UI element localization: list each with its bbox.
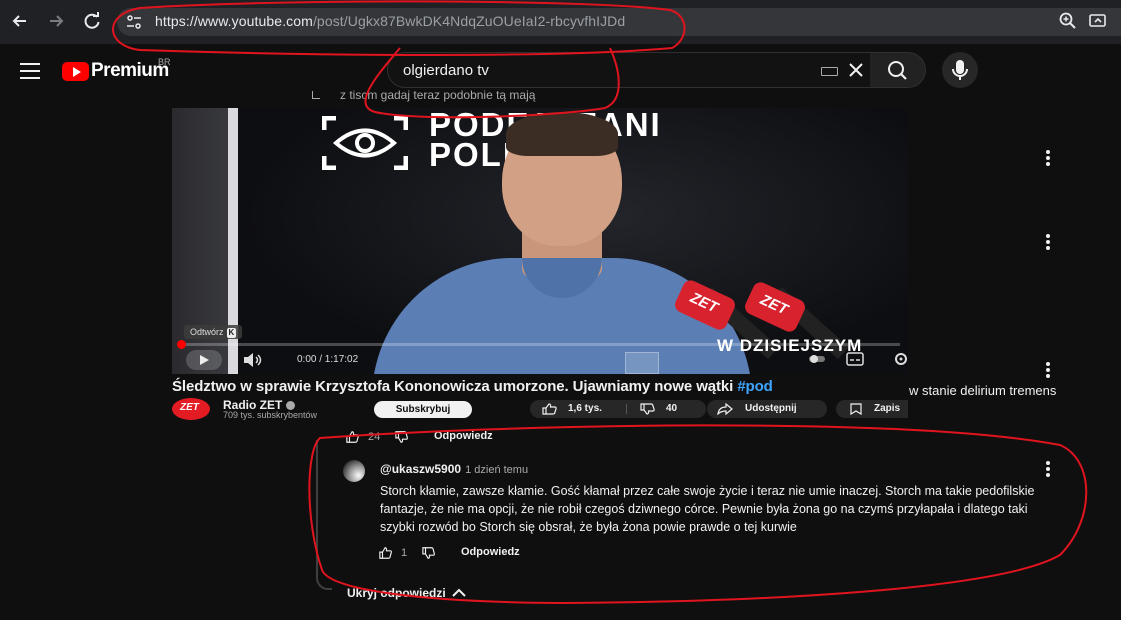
save-label: Zapis — [874, 403, 901, 414]
progress-scrubber[interactable] — [177, 340, 186, 349]
reply-button[interactable]: Odpowiedz — [461, 546, 520, 558]
video-like-count[interactable]: 1,6 tys. — [568, 400, 602, 418]
thumbs-up-icon[interactable] — [346, 430, 360, 444]
settings-gear-icon[interactable] — [892, 352, 908, 366]
search-input[interactable]: olgierdano tv — [387, 52, 871, 88]
address-bar[interactable]: https://www.youtube.com/post/Ugkx87BwkDK… — [117, 8, 1121, 36]
avatar[interactable] — [343, 460, 365, 482]
volume-icon[interactable] — [242, 352, 266, 368]
video-hashtag[interactable]: #pod — [737, 378, 773, 395]
reply-button[interactable]: Odpowiedz — [434, 430, 493, 442]
progress-bar[interactable] — [177, 340, 900, 349]
thumbs-down-icon[interactable] — [395, 430, 409, 444]
more-options-icon[interactable] — [1038, 148, 1058, 168]
verified-badge-icon — [286, 401, 296, 411]
play-tooltip-label: Odtwórz — [190, 327, 224, 337]
video-player[interactable]: PODEJRZANI POLICY ZET ZET W DZISIEJSZYM … — [172, 108, 908, 374]
clear-search-icon[interactable] — [846, 60, 866, 80]
water-glass — [625, 352, 659, 374]
more-options-icon[interactable] — [1038, 232, 1058, 252]
play-button[interactable] — [186, 350, 222, 370]
subscribe-button[interactable]: Subskrybuj — [374, 401, 472, 418]
zoom-icon[interactable] — [1058, 11, 1078, 31]
thumbs-down-icon[interactable] — [422, 546, 436, 560]
url-text[interactable]: https://www.youtube.com/post/Ugkx87BwkDK… — [155, 13, 625, 29]
chevron-up-icon[interactable] — [451, 586, 467, 600]
keyboard-icon[interactable] — [821, 67, 838, 76]
video-preview-card[interactable]: PODEJRZANI POLICY ZET ZET W DZISIEJSZYM … — [172, 108, 908, 420]
like-divider — [626, 404, 627, 414]
play-tooltip-key: K — [226, 328, 237, 338]
share-icon — [717, 402, 733, 416]
parent-like-count: 24 — [368, 431, 381, 443]
site-info-icon[interactable] — [125, 13, 143, 31]
autoplay-toggle-icon[interactable] — [808, 352, 826, 366]
back-arrow-icon[interactable] — [9, 10, 31, 32]
video-dislike-count: 40 — [666, 403, 678, 414]
mic-label: ZET — [687, 289, 721, 317]
thumbs-up-icon[interactable] — [542, 403, 558, 415]
partial-comment-text: z tiscm gadaj teraz podobnie tą mają — [312, 88, 535, 102]
video-time: 0:00 / 1:17:02 — [297, 354, 359, 365]
youtube-masthead: Premium BR olgierdano tv — [0, 44, 1121, 100]
cast-icon[interactable] — [1088, 11, 1108, 31]
partial-comment-overflow: w stanie delirium tremens — [909, 383, 1057, 398]
voice-search-button[interactable] — [942, 52, 978, 88]
thumbs-down-icon[interactable] — [640, 403, 656, 415]
subtitles-icon[interactable] — [846, 352, 864, 366]
eye-logo-icon — [322, 116, 408, 170]
thread-branch-icon — [312, 91, 320, 99]
guest-hair — [506, 112, 618, 156]
logo-country-code: BR — [158, 57, 171, 67]
reply-comment-actions: 1 Odpowiedz — [379, 546, 539, 562]
reply-thread-connector — [316, 440, 332, 590]
share-label: Udostępnij — [745, 403, 797, 414]
menu-icon[interactable] — [20, 63, 40, 79]
save-button[interactable]: Zapis — [836, 400, 908, 418]
lower-third-text: W DZISIEJSZYM — [717, 336, 863, 355]
thumbs-up-icon[interactable] — [379, 546, 393, 560]
more-options-icon[interactable] — [1038, 360, 1058, 380]
partial-comment-body: z tiscm gadaj teraz podobnie tą mają — [340, 88, 536, 102]
bookmark-icon — [848, 403, 864, 416]
hide-replies-button[interactable]: Ukryj odpowiedzi — [347, 586, 446, 600]
channel-subscribers: 709 tys. subskrybentów — [223, 410, 318, 420]
comment-timestamp[interactable]: 1 dzień temu — [465, 464, 528, 476]
like-dislike-group: 1,6 tys. 40 — [530, 400, 706, 418]
comment-author[interactable]: @ukaszw5900 1 dzień temu — [380, 462, 528, 476]
search-value: olgierdano tv — [403, 62, 489, 79]
video-title[interactable]: Śledztwo w sprawie Krzysztofa Kononowicz… — [172, 378, 773, 395]
url-host: https://www.youtube.com — [155, 13, 313, 29]
reply-more-options-icon[interactable] — [1038, 459, 1058, 479]
comment-text: Storch kłamie, zawsze kłamie. Gość kłama… — [380, 484, 1035, 534]
search-icon — [888, 61, 907, 80]
browser-toolbar: https://www.youtube.com/post/Ugkx87BwkDK… — [0, 0, 1121, 44]
youtube-play-icon — [62, 62, 89, 81]
search-button[interactable] — [870, 52, 926, 88]
video-title-text: Śledztwo w sprawie Krzysztofa Kononowicz… — [172, 378, 738, 395]
parent-comment-actions: 24 Odpowiedz — [346, 430, 506, 446]
channel-avatar-text: ZET — [180, 402, 199, 413]
reply-like-count: 1 — [401, 547, 408, 559]
microphone-icon — [952, 60, 968, 80]
channel-avatar[interactable]: ZET — [172, 398, 210, 420]
play-tooltip: Odtwórz K — [184, 325, 243, 339]
url-path: /post/Ugkx87BwkDK4NdqZuOUeIaI2-rbcyvfhIJ… — [312, 13, 626, 29]
forward-arrow-icon[interactable] — [45, 10, 67, 32]
mic-label: ZET — [757, 291, 791, 319]
share-button[interactable]: Udostępnij — [707, 400, 827, 418]
comment-author-handle: @ukaszw5900 — [380, 462, 462, 476]
reload-icon[interactable] — [81, 10, 103, 32]
